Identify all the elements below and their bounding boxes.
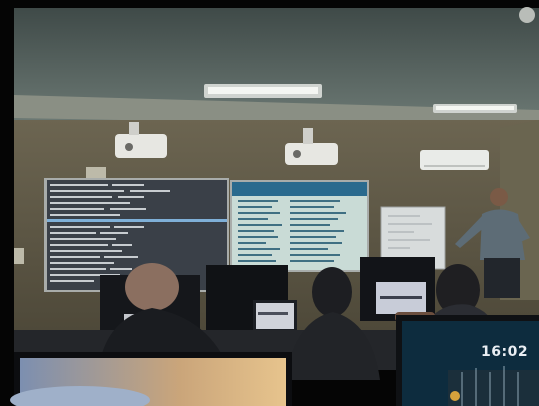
smoke-detector (519, 7, 535, 23)
projector-left (115, 134, 167, 158)
projector-right (285, 143, 338, 165)
photo-canvas (0, 0, 539, 406)
terminal-highlight-bar (47, 219, 227, 222)
monitor-lock-screen-clock: 16:02 (481, 344, 529, 360)
slide-header (232, 182, 367, 196)
classroom-photo: 16:02 (0, 0, 539, 406)
